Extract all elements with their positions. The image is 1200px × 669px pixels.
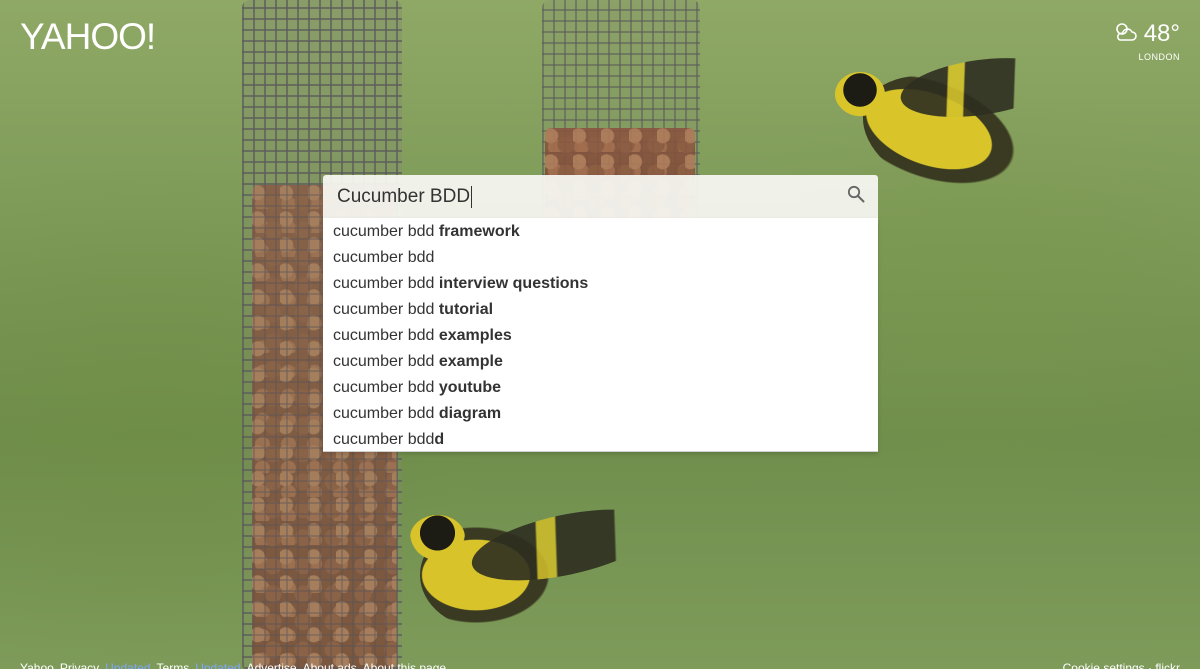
weather-temperature: 48° xyxy=(1143,20,1180,47)
suggestion-completion: tutorial xyxy=(438,301,494,318)
suggestion-prefix: cucumber bdd xyxy=(333,431,435,448)
footer-link-privacy-updated[interactable]: Updated xyxy=(105,661,150,669)
suggestion-prefix: cucumber bdd xyxy=(333,405,439,422)
suggestion-item[interactable]: cucumber bdd framework xyxy=(323,219,878,245)
bird-top-right-head xyxy=(835,72,885,117)
partly-cloudy-icon xyxy=(1114,21,1138,48)
suggestion-completion: example xyxy=(438,353,503,370)
suggestion-prefix: cucumber bdd xyxy=(333,223,439,240)
footer-right[interactable]: Cookie settings · flickr xyxy=(1063,661,1180,669)
search-query-text: Cucumber BDD xyxy=(337,185,471,207)
suggestion-item[interactable]: cucumber bdd interview questions xyxy=(323,271,878,297)
suggestion-prefix: cucumber bdd xyxy=(333,379,439,396)
suggestion-completion: youtube xyxy=(438,379,502,396)
search-box: Cucumber BDD xyxy=(323,175,878,218)
footer-link-advertise[interactable]: Advertise xyxy=(247,661,297,669)
suggestion-prefix: cucumber bdd xyxy=(333,249,435,266)
weather-widget[interactable]: 48° LONDON xyxy=(1114,20,1180,62)
suggestion-completion: examples xyxy=(438,327,512,344)
footer-links: Yahoo Privacy Updated Terms Updated Adve… xyxy=(20,661,446,669)
bird-bottom-head xyxy=(410,515,465,560)
page: YAHOO! 48° LONDON Cucumber BDD cucumber … xyxy=(0,0,1200,669)
search-suggestions: cucumber bdd framework cucumber bdd cucu… xyxy=(323,218,878,452)
suggestion-prefix: cucumber bdd xyxy=(333,301,439,318)
suggestion-prefix: cucumber bdd xyxy=(333,275,439,292)
suggestion-prefix: cucumber bdd xyxy=(333,353,439,370)
text-caret xyxy=(471,185,473,208)
search-input[interactable]: Cucumber BDD xyxy=(337,175,834,218)
suggestion-item[interactable]: cucumber bddd xyxy=(323,427,878,453)
yahoo-logo[interactable]: YAHOO! xyxy=(20,16,156,58)
footer-link-privacy[interactable]: Privacy xyxy=(60,661,99,669)
suggestion-completion: d xyxy=(434,431,445,448)
suggestion-completion: interview questions xyxy=(438,275,589,292)
footer-link-yahoo[interactable]: Yahoo xyxy=(20,661,54,669)
footer: Yahoo Privacy Updated Terms Updated Adve… xyxy=(0,661,1200,669)
suggestion-prefix: cucumber bdd xyxy=(333,327,439,344)
weather-location: LONDON xyxy=(1138,52,1180,62)
suggestion-item[interactable]: cucumber bdd example xyxy=(323,349,878,375)
footer-link-terms[interactable]: Terms xyxy=(157,661,190,669)
suggestion-completion: framework xyxy=(438,223,520,240)
suggestion-item[interactable]: cucumber bdd diagram xyxy=(323,401,878,427)
suggestion-item[interactable]: cucumber bdd tutorial xyxy=(323,297,878,323)
footer-link-about-ads[interactable]: About ads xyxy=(303,661,357,669)
suggestion-completion: diagram xyxy=(438,405,502,422)
footer-link-about-page[interactable]: About this page xyxy=(363,661,446,669)
suggestion-item[interactable]: cucumber bdd youtube xyxy=(323,375,878,401)
search-button[interactable] xyxy=(834,175,878,218)
footer-link-terms-updated[interactable]: Updated xyxy=(195,661,240,669)
suggestion-item[interactable]: cucumber bdd examples xyxy=(323,323,878,349)
search-icon xyxy=(847,185,865,208)
suggestion-item[interactable]: cucumber bdd xyxy=(323,245,878,271)
footer-cookie-settings[interactable]: Cookie settings · flickr xyxy=(1063,661,1180,669)
